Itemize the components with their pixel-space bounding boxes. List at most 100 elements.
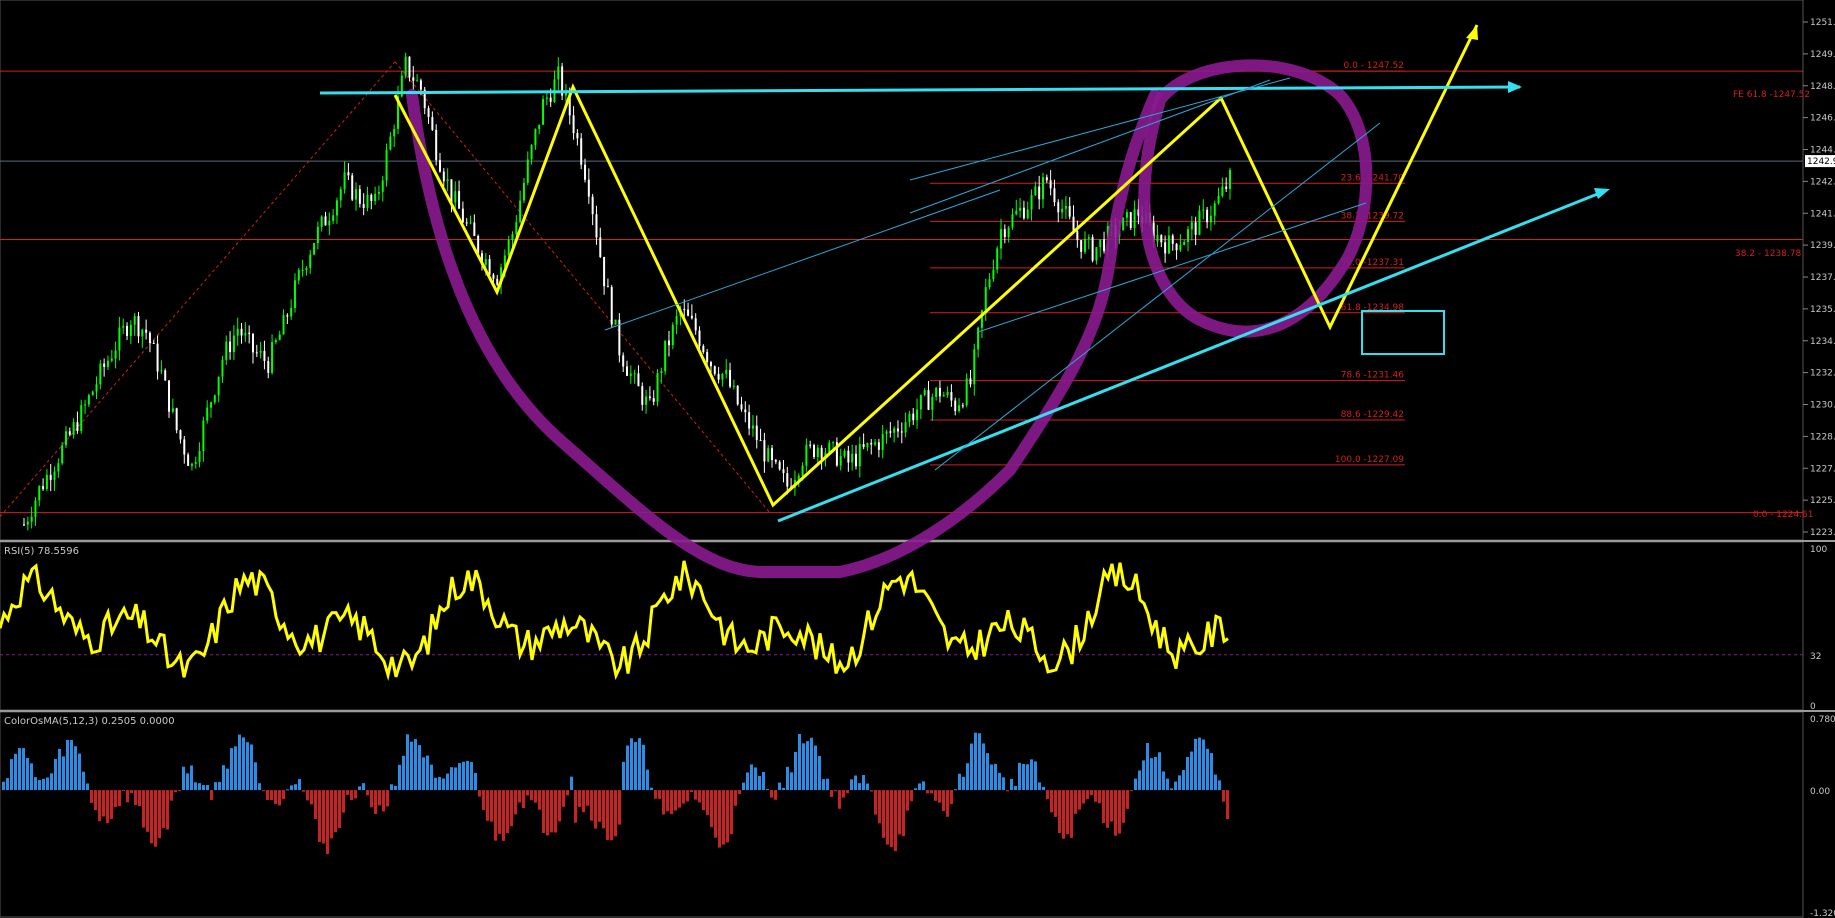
candle-body [389, 136, 392, 150]
osma-bar [1214, 774, 1217, 791]
candle-body [702, 346, 705, 353]
candle-body [988, 279, 991, 288]
osma-bar [50, 773, 53, 791]
osma-bar [1026, 764, 1029, 791]
osma-bar [98, 790, 101, 822]
candle-body [751, 425, 754, 429]
osma-bar [790, 772, 793, 791]
osma-bar [442, 778, 445, 791]
osma-bar [806, 741, 809, 791]
osma-bar [102, 790, 105, 817]
trading-chart[interactable]: 0.0 - 1247.5223.6 -1241.7038.2 -1239.725… [0, 0, 1835, 918]
osma-bar [378, 790, 381, 806]
candle-body [484, 259, 487, 265]
osma-bar [578, 790, 581, 808]
osma-bar [1190, 751, 1193, 791]
osma-bar [814, 745, 817, 791]
candle-body [965, 378, 968, 406]
osma-bar [554, 790, 557, 833]
candle-body [1099, 239, 1102, 248]
osma-bar [418, 745, 421, 791]
candle-body [626, 366, 628, 376]
osma-bar [18, 748, 21, 791]
osma-bar [906, 790, 909, 811]
osma-bar [982, 743, 985, 791]
osma-bar [1202, 739, 1205, 791]
candle-body [160, 370, 163, 372]
osma-bar [266, 790, 269, 800]
candle-body [759, 440, 762, 442]
osma-bar [1050, 790, 1053, 813]
candle-body [76, 422, 79, 432]
candle-body [847, 450, 850, 463]
candle-body [675, 315, 678, 325]
candle-body [347, 172, 350, 176]
candle-body [416, 80, 419, 82]
osma-bar [402, 755, 405, 791]
osma-bar [398, 764, 401, 791]
candle-body [152, 342, 155, 344]
candle-body [229, 341, 232, 353]
candle-body [271, 342, 274, 373]
osma-bar [974, 732, 977, 791]
candle-body [603, 256, 606, 287]
candle-body [175, 408, 178, 431]
candle-body [183, 439, 186, 455]
osma-bar [530, 790, 533, 801]
osma-bar [202, 785, 205, 791]
osma-bar [458, 763, 461, 791]
candle-body [286, 315, 289, 317]
osma-bar [654, 790, 657, 799]
candle-body [622, 355, 625, 367]
candle-body [339, 189, 342, 201]
osma-bar [550, 790, 553, 833]
candle-body [1164, 242, 1167, 254]
osma-bar [114, 790, 117, 808]
osma-bar [186, 773, 189, 791]
osma-bar [702, 790, 705, 811]
candle-body [129, 324, 132, 336]
candle-body [324, 216, 327, 226]
candle-body [473, 222, 476, 236]
osma-bar [86, 783, 89, 791]
candle-body [1156, 235, 1159, 242]
osma-bar [866, 783, 869, 791]
candle-body [698, 330, 701, 347]
osma-bar [978, 733, 981, 791]
candle-body [496, 278, 499, 285]
osma-bar [1158, 752, 1161, 791]
osma-bar [714, 790, 717, 838]
osma-bar [818, 755, 821, 791]
candle-body [973, 349, 976, 385]
candle-body [293, 280, 296, 308]
osma-bar [58, 748, 61, 791]
candle-body [419, 80, 422, 90]
osma-bar [678, 790, 681, 808]
osma-bar [666, 790, 669, 812]
candle-body [1007, 227, 1010, 238]
osma-bar [898, 790, 901, 835]
osma-bar [958, 773, 961, 791]
candle-body [45, 474, 48, 490]
osma-bar [738, 790, 741, 795]
axis-tick-label: 1234.0 [1810, 337, 1835, 347]
osma-bar [310, 790, 313, 805]
osma-bar [1018, 762, 1021, 791]
candle-body [248, 332, 251, 334]
axis-tick-label: 1241.0 [1810, 209, 1835, 219]
osma-bar [1118, 790, 1121, 834]
candle-body [942, 395, 945, 397]
candle-body [919, 394, 922, 410]
osma-bar [718, 790, 721, 848]
osma-bar [926, 790, 929, 794]
candle-body [404, 56, 407, 76]
candle-body [935, 387, 938, 397]
rsi-tick-label: 0 [1810, 702, 1816, 712]
osma-bar [570, 776, 573, 791]
candle-body [358, 189, 361, 204]
candle-body [236, 328, 239, 336]
candle-body [706, 352, 709, 363]
osma-bar [594, 790, 597, 829]
candle-body [1026, 209, 1029, 219]
candle-body [515, 222, 518, 235]
